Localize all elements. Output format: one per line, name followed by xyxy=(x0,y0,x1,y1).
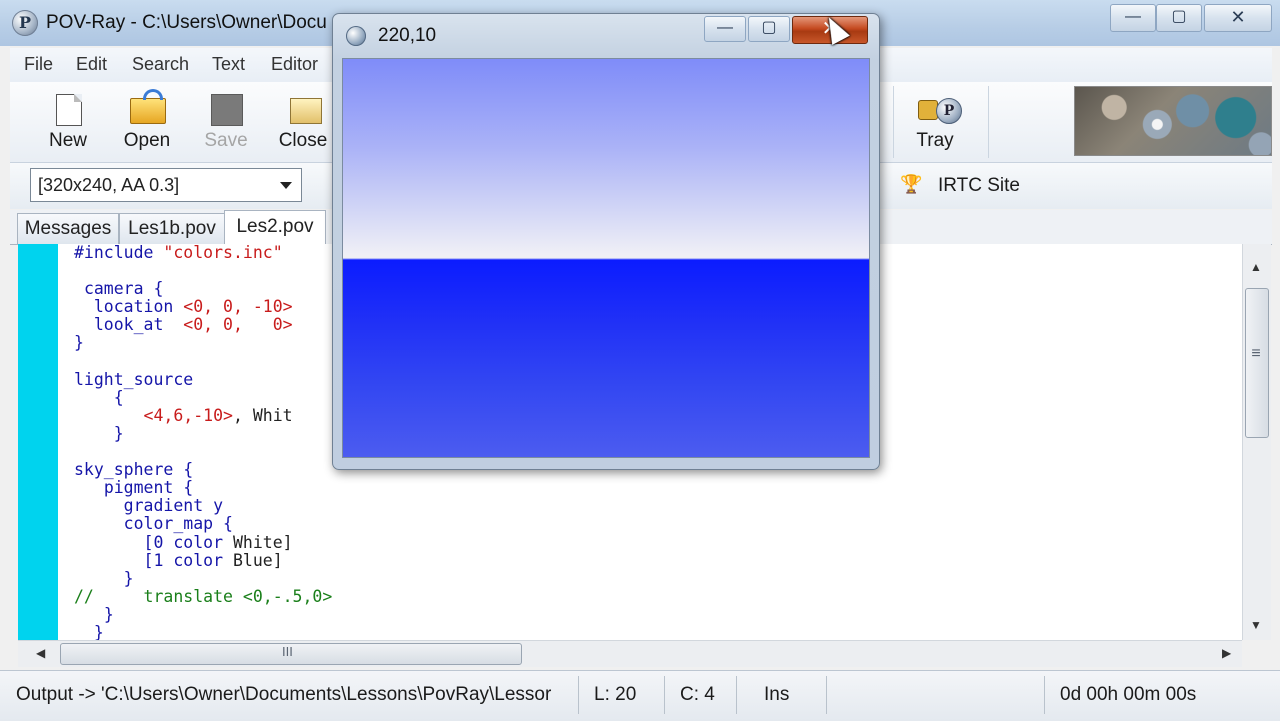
povray-logo-icon: P xyxy=(12,10,38,36)
code-line: sky_sphere { xyxy=(74,460,194,480)
tab-messages[interactable]: Messages xyxy=(17,213,119,244)
code-line: } xyxy=(103,604,114,624)
new-file-icon xyxy=(56,94,82,126)
render-window-icon xyxy=(346,26,366,46)
code-line: look_at <0, 0, 0> xyxy=(93,315,293,335)
code-line: } xyxy=(113,423,124,443)
status-output-path: Output -> 'C:\Users\Owner\Documents\Less… xyxy=(16,684,552,705)
open-button[interactable]: Open xyxy=(112,84,182,162)
code-line: pigment { xyxy=(103,478,194,498)
menu-edit[interactable]: Edit xyxy=(76,54,107,75)
scroll-grip-icon: III xyxy=(282,644,293,659)
resolution-dropdown[interactable]: [320x240, AA 0.3] xyxy=(30,168,302,202)
status-column: C: 4 xyxy=(680,684,715,705)
tray-button[interactable]: P Tray xyxy=(900,84,970,162)
code-line: // translate <0,-.5,0> xyxy=(74,586,333,606)
code-line: location <0, 0, -10> xyxy=(93,297,293,317)
status-line: L: 20 xyxy=(594,684,637,705)
status-separator xyxy=(736,676,737,714)
open-folder-icon xyxy=(130,89,166,124)
code-line: [1 color Blue] xyxy=(143,550,283,570)
render-window-title: 220,10 xyxy=(378,25,437,46)
new-label: New xyxy=(48,130,87,151)
render-minimize-button[interactable]: — xyxy=(704,16,746,42)
window-title: POV-Ray - C:\Users\Owner\Docu xyxy=(46,12,327,33)
status-separator xyxy=(1044,676,1045,714)
chevron-down-icon xyxy=(280,182,292,189)
scroll-up-arrow-icon[interactable]: ▲ xyxy=(1250,260,1262,274)
close-window-button[interactable]: ✕ xyxy=(1204,4,1272,32)
open-label: Open xyxy=(123,130,171,151)
tab-les1b[interactable]: Les1b.pov xyxy=(119,213,225,244)
menu-editor[interactable]: Editor xyxy=(271,54,318,75)
status-separator xyxy=(826,676,827,714)
resolution-value: [320x240, AA 0.3] xyxy=(38,175,180,195)
rendered-sky-image xyxy=(342,58,870,458)
status-insert-mode: Ins xyxy=(764,684,790,705)
code-line: } xyxy=(123,568,134,588)
scroll-left-arrow-icon[interactable]: ◀ xyxy=(36,646,45,660)
menu-text[interactable]: Text xyxy=(212,54,245,75)
editor-gutter xyxy=(18,244,58,640)
close-file-icon xyxy=(290,98,322,124)
code-line: light_source xyxy=(74,369,194,389)
code-text[interactable]: #include "colors.inc" camera { location … xyxy=(74,243,333,642)
irtc-site-button[interactable]: IRTC Site xyxy=(938,175,1020,197)
menu-search[interactable]: Search xyxy=(132,54,189,75)
speaker-icon xyxy=(918,100,938,120)
status-render-time: 0d 00h 00m 00s xyxy=(1060,684,1197,705)
code-line: #include "colors.inc" xyxy=(74,243,283,262)
save-button[interactable]: Save xyxy=(191,84,261,162)
povray-banner-image xyxy=(1074,86,1272,156)
status-separator xyxy=(578,676,579,714)
new-button[interactable]: New xyxy=(33,84,103,162)
close-label: Close xyxy=(278,130,328,151)
scroll-right-arrow-icon[interactable]: ▶ xyxy=(1222,646,1231,660)
render-maximize-button[interactable]: ▢ xyxy=(748,16,790,42)
toolbar-separator xyxy=(893,86,894,158)
povray-ball-icon: P xyxy=(936,98,962,124)
scroll-down-arrow-icon[interactable]: ▼ xyxy=(1250,618,1262,632)
code-line: { xyxy=(113,387,124,407)
menu-file[interactable]: File xyxy=(24,54,53,75)
code-line: camera { xyxy=(83,279,164,299)
code-line: gradient y xyxy=(123,496,224,516)
trophy-icon: 🏆 xyxy=(900,174,923,194)
maximize-button[interactable]: ▢ xyxy=(1156,4,1202,32)
scroll-grip-icon: ≡ xyxy=(1251,345,1261,362)
code-line: } xyxy=(74,333,84,353)
minimize-button[interactable]: — xyxy=(1110,4,1156,32)
code-line: <4,6,-10>, Whit xyxy=(143,405,293,425)
code-line: color_map { xyxy=(123,514,233,534)
tray-label: Tray xyxy=(916,130,954,151)
save-label: Save xyxy=(204,130,248,151)
tray-icon: P xyxy=(912,92,962,126)
save-disk-icon xyxy=(211,94,243,126)
toolbar-separator xyxy=(988,86,989,158)
status-separator xyxy=(664,676,665,714)
close-file-button[interactable]: Close xyxy=(268,84,338,162)
code-line: [0 color White] xyxy=(143,532,293,552)
tab-les2[interactable]: Les2.pov xyxy=(224,210,326,245)
